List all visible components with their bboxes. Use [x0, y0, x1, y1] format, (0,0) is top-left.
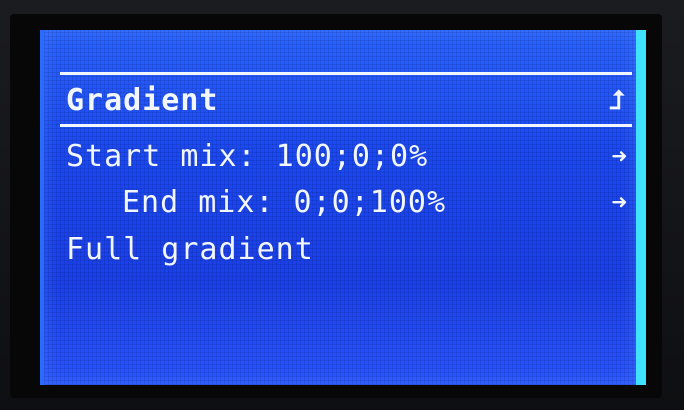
title-top-rule — [60, 72, 632, 75]
menu-item-label: Full gradient — [66, 232, 314, 267]
right-arrow-icon: ➜ — [611, 188, 628, 218]
back-arrow-icon[interactable]: ⮥ — [610, 81, 626, 121]
menu-screen: Gradient ⮥ Start mix: 100;0;0% ➜ End mix… — [60, 62, 636, 302]
menu-item-start-mix[interactable]: Start mix: 100;0;0% ➜ — [66, 137, 628, 177]
printer-controller: Gradient ⮥ Start mix: 100;0;0% ➜ End mix… — [0, 0, 684, 410]
menu-item-end-mix[interactable]: End mix: 0;0;100% ➜ — [66, 183, 628, 223]
right-arrow-icon: ➜ — [611, 142, 628, 172]
menu-item-label: Start mix: 100;0;0% — [66, 139, 429, 174]
menu-title: Gradient — [66, 83, 219, 118]
menu-title-row[interactable]: Gradient ⮥ — [66, 81, 628, 121]
menu-item-full-gradient[interactable]: Full gradient — [66, 230, 628, 270]
title-bottom-rule — [60, 124, 632, 127]
menu-item-label: End mix: 0;0;100% — [122, 185, 447, 220]
